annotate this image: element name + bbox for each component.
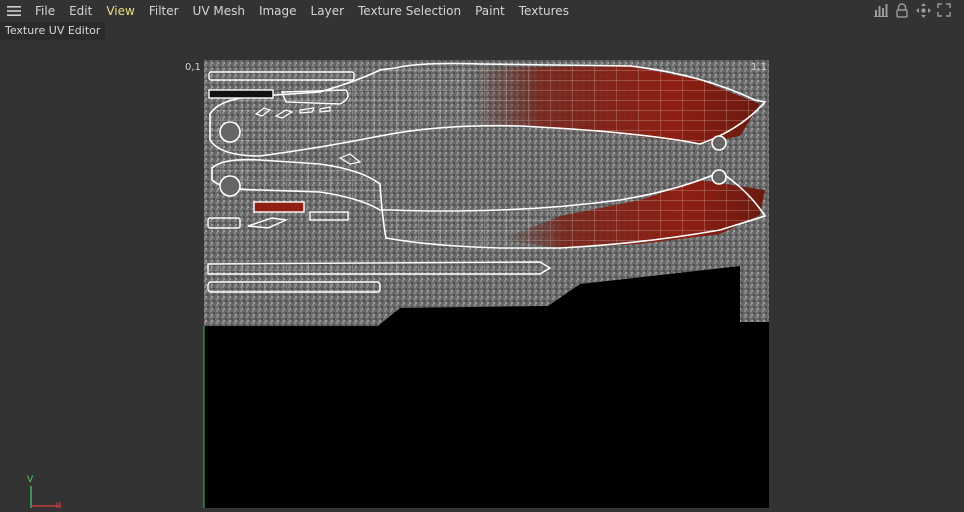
menu-paint[interactable]: Paint [468,0,512,22]
uv-island-long-strip-2 [207,281,381,293]
menu-filter[interactable]: Filter [142,0,186,22]
uv-island-strip-2 [208,89,274,99]
menu-bar: File Edit View Filter UV Mesh Image Laye… [0,0,964,22]
panel-title: Texture UV Editor [0,22,106,40]
uv-origin-label: 0,1 [185,62,201,73]
menu-uv-mesh[interactable]: UV Mesh [186,0,252,22]
move-view-icon[interactable] [915,2,931,18]
uv-island-red-box [253,201,305,213]
menu-layer[interactable]: Layer [304,0,351,22]
uv-island-long-strip-1 [207,261,552,275]
menu-texture-selection[interactable]: Texture Selection [351,0,468,22]
uv-hole-lower-left [219,175,241,197]
menu-textures[interactable]: Textures [512,0,576,22]
uv-hole-lower-right [711,169,727,185]
lock-icon[interactable] [894,2,910,18]
menu-items: File Edit View Filter UV Mesh Image Laye… [28,0,576,22]
uv-hole-upper-right [711,135,727,151]
histogram-icon[interactable] [873,2,889,18]
menu-view[interactable]: View [99,0,141,22]
hamburger-menu-icon[interactable] [0,0,28,22]
v-axis-label: V [27,475,34,485]
expand-icon[interactable] [936,2,952,18]
uv-viewport[interactable]: 0,1 1,1 V [0,40,964,508]
menu-edit[interactable]: Edit [62,0,99,22]
toolbar-right-icons [873,2,952,18]
axis-gizmo: V [22,472,66,508]
menu-image[interactable]: Image [252,0,304,22]
uv-hole-upper-left [219,121,241,143]
uv-canvas[interactable] [0,40,964,508]
uv-corner-label: 1,1 [751,62,767,73]
menu-file[interactable]: File [28,0,62,22]
